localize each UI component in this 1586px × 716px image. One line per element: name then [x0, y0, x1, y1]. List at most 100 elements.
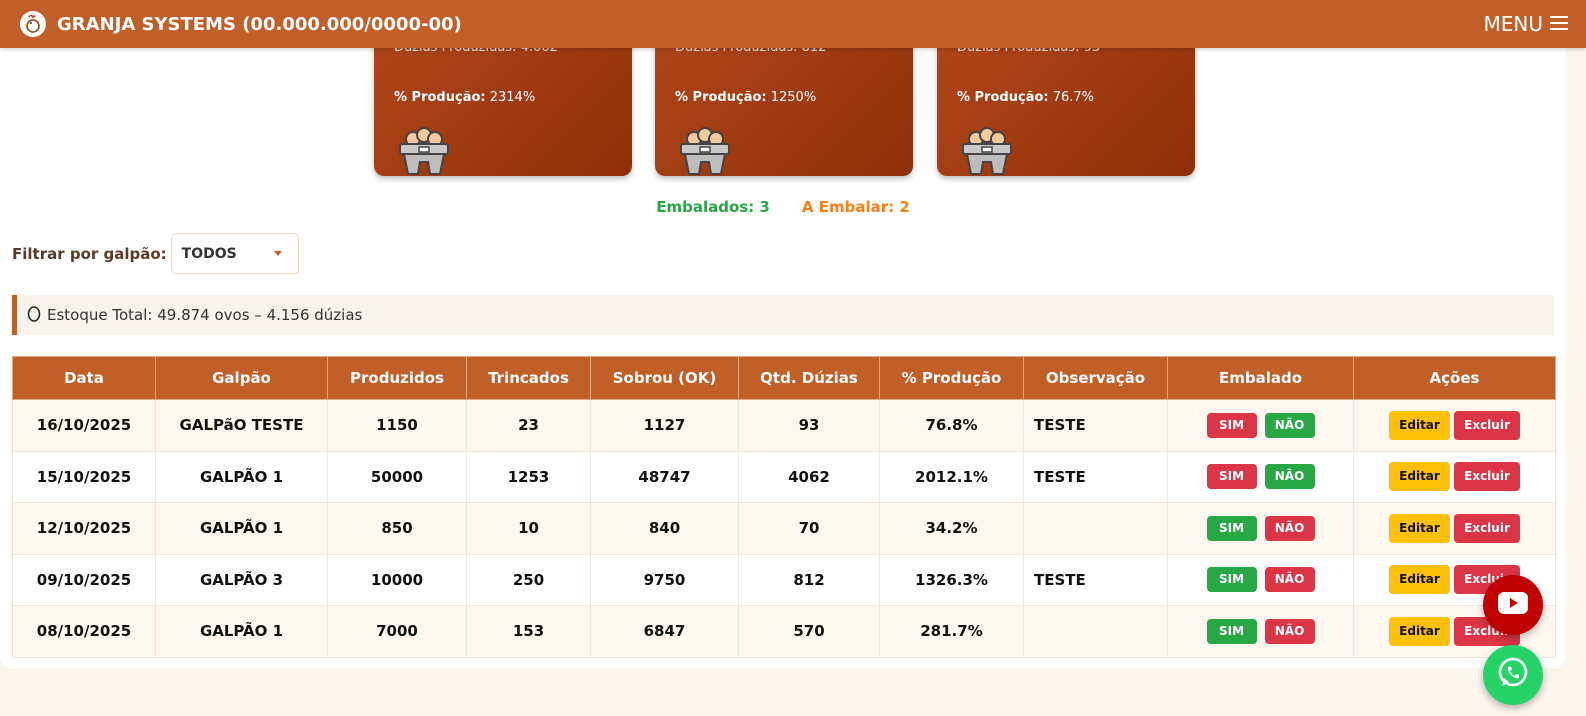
cell-embalado: SIM NÃO — [1167, 553, 1354, 606]
cell-duzias: 4062 — [738, 450, 880, 503]
nao-button[interactable]: NÃO — [1264, 567, 1315, 593]
cell-produzidos: 1150 — [327, 399, 467, 452]
cell-duzias: 570 — [738, 605, 880, 658]
editar-button[interactable]: Editar — [1389, 462, 1450, 492]
egg-carton-icon — [396, 122, 452, 182]
card-production: % Produção: 1250% — [675, 90, 817, 105]
editar-button[interactable]: Editar — [1389, 410, 1450, 440]
estoque-total-bar: Estoque Total: 49.874 ovos – 4.156 dúzia… — [12, 295, 1554, 335]
header-duzias: Qtd. Dúzias — [738, 356, 880, 400]
cell-duzias: 93 — [738, 399, 880, 452]
youtube-button[interactable] — [1483, 575, 1543, 635]
filter-label: Filtrar por galpão: — [12, 244, 167, 263]
production-card-1: Dúzias Produzidas: 4.062 % Produção: 231… — [374, 30, 632, 176]
cell-data: 08/10/2025 — [12, 605, 156, 658]
header-observacao: Observação — [1023, 356, 1168, 400]
egg-carton-icon — [959, 122, 1015, 182]
top-navbar: GRANJA SYSTEMS (00.000.000/0000-00) MENU — [0, 0, 1586, 48]
cell-sobrou: 6847 — [590, 605, 739, 658]
cell-duzias: 70 — [738, 502, 880, 555]
galpao-select-value: TODOS — [181, 245, 237, 262]
header-producao: % Produção — [879, 356, 1024, 400]
cell-galpao: GALPÃO 1 — [155, 605, 328, 658]
header-embalado: Embalado — [1167, 356, 1354, 400]
header-galpao: Galpão — [155, 356, 328, 400]
cell-observacao: TESTE — [1023, 399, 1168, 452]
galpao-filter: Filtrar por galpão: TODOS — [12, 233, 299, 274]
excluir-button[interactable]: Excluir — [1454, 513, 1520, 543]
brand[interactable]: GRANJA SYSTEMS (00.000.000/0000-00) — [20, 11, 462, 37]
header-sobrou: Sobrou (OK) — [590, 356, 739, 400]
egg-carton-icon — [677, 122, 733, 182]
cell-galpao: GALPÃO 3 — [155, 553, 328, 606]
whatsapp-button[interactable] — [1483, 645, 1543, 705]
cell-trincados: 10 — [466, 502, 591, 555]
cell-embalado: SIM NÃO — [1167, 450, 1354, 503]
header-acoes: Ações — [1353, 356, 1556, 400]
menu-button[interactable]: MENU — [1483, 12, 1568, 36]
nao-button[interactable]: NÃO — [1264, 618, 1315, 644]
cell-produzidos: 10000 — [327, 553, 467, 606]
estoque-total-text: Estoque Total: 49.874 ovos – 4.156 dúzia… — [47, 306, 363, 324]
cell-data: 15/10/2025 — [12, 450, 156, 503]
editar-button[interactable]: Editar — [1389, 513, 1450, 543]
table-header-row: Data Galpão Produzidos Trincados Sobrou … — [12, 356, 1556, 400]
cell-trincados: 23 — [466, 399, 591, 452]
cell-trincados: 153 — [466, 605, 591, 658]
cell-produzidos: 50000 — [327, 450, 467, 503]
production-table: Data Galpão Produzidos Trincados Sobrou … — [12, 356, 1556, 658]
sim-button[interactable]: SIM — [1206, 618, 1257, 644]
egg-icon — [27, 304, 41, 326]
table-row: 08/10/2025 GALPÃO 1 7000 153 6847 570 28… — [12, 605, 1556, 658]
chicken-logo-icon — [20, 11, 46, 37]
embalados-count: Embalados: 3 — [656, 198, 770, 216]
cell-sobrou: 48747 — [590, 450, 739, 503]
cell-embalado: SIM NÃO — [1167, 605, 1354, 658]
cell-embalado: SIM NÃO — [1167, 502, 1354, 555]
cell-producao: 281.7% — [879, 605, 1024, 658]
production-card-3: Dúzias Produzidas: 93 % Produção: 76.7% — [937, 30, 1195, 176]
table-row: 15/10/2025 GALPÃO 1 50000 1253 48747 406… — [12, 450, 1556, 503]
card-production: % Produção: 2314% — [394, 90, 536, 105]
production-card-2: Dúzias Produzidas: 812 % Produção: 1250% — [655, 30, 913, 176]
sim-button[interactable]: SIM — [1206, 412, 1257, 438]
cell-data: 09/10/2025 — [12, 553, 156, 606]
cell-galpao: GALPÃO 1 — [155, 502, 328, 555]
sim-button[interactable]: SIM — [1206, 515, 1257, 541]
excluir-button[interactable]: Excluir — [1454, 462, 1520, 492]
cell-galpao: GALPãO TESTE — [155, 399, 328, 452]
table-row: 09/10/2025 GALPÃO 3 10000 250 9750 812 1… — [12, 553, 1556, 606]
packing-summary: Embalados: 3 A Embalar: 2 — [0, 198, 1566, 216]
cell-observacao: TESTE — [1023, 450, 1168, 503]
header-data: Data — [12, 356, 156, 400]
cell-galpao: GALPÃO 1 — [155, 450, 328, 503]
youtube-icon — [1498, 592, 1528, 618]
chevron-down-icon — [273, 251, 282, 256]
galpao-select[interactable]: TODOS — [170, 233, 299, 274]
excluir-button[interactable]: Excluir — [1454, 410, 1520, 440]
editar-button[interactable]: Editar — [1389, 565, 1450, 595]
hamburger-icon — [1550, 12, 1568, 36]
header-produzidos: Produzidos — [327, 356, 467, 400]
menu-label: MENU — [1483, 12, 1544, 36]
nao-button[interactable]: NÃO — [1264, 464, 1315, 490]
a-embalar-count: A Embalar: 2 — [801, 198, 910, 216]
main-content: Dúzias Produzidas: 4.062 % Produção: 231… — [0, 0, 1566, 668]
sim-button[interactable]: SIM — [1206, 464, 1257, 490]
nao-button[interactable]: NÃO — [1264, 515, 1315, 541]
editar-button[interactable]: Editar — [1389, 616, 1450, 646]
card-production: % Produção: 76.7% — [957, 90, 1095, 105]
cell-observacao: TESTE — [1023, 553, 1168, 606]
cell-data: 12/10/2025 — [12, 502, 156, 555]
sim-button[interactable]: SIM — [1206, 567, 1257, 593]
cell-acoes: Editar Excluir — [1353, 450, 1556, 503]
cell-produzidos: 850 — [327, 502, 467, 555]
cell-observacao — [1023, 502, 1168, 555]
cell-acoes: Editar Excluir — [1353, 502, 1556, 555]
cell-duzias: 812 — [738, 553, 880, 606]
nao-button[interactable]: NÃO — [1264, 412, 1315, 438]
cell-produzidos: 7000 — [327, 605, 467, 658]
cell-embalado: SIM NÃO — [1167, 399, 1354, 452]
cell-producao: 34.2% — [879, 502, 1024, 555]
app-title: GRANJA SYSTEMS (00.000.000/0000-00) — [57, 13, 462, 35]
